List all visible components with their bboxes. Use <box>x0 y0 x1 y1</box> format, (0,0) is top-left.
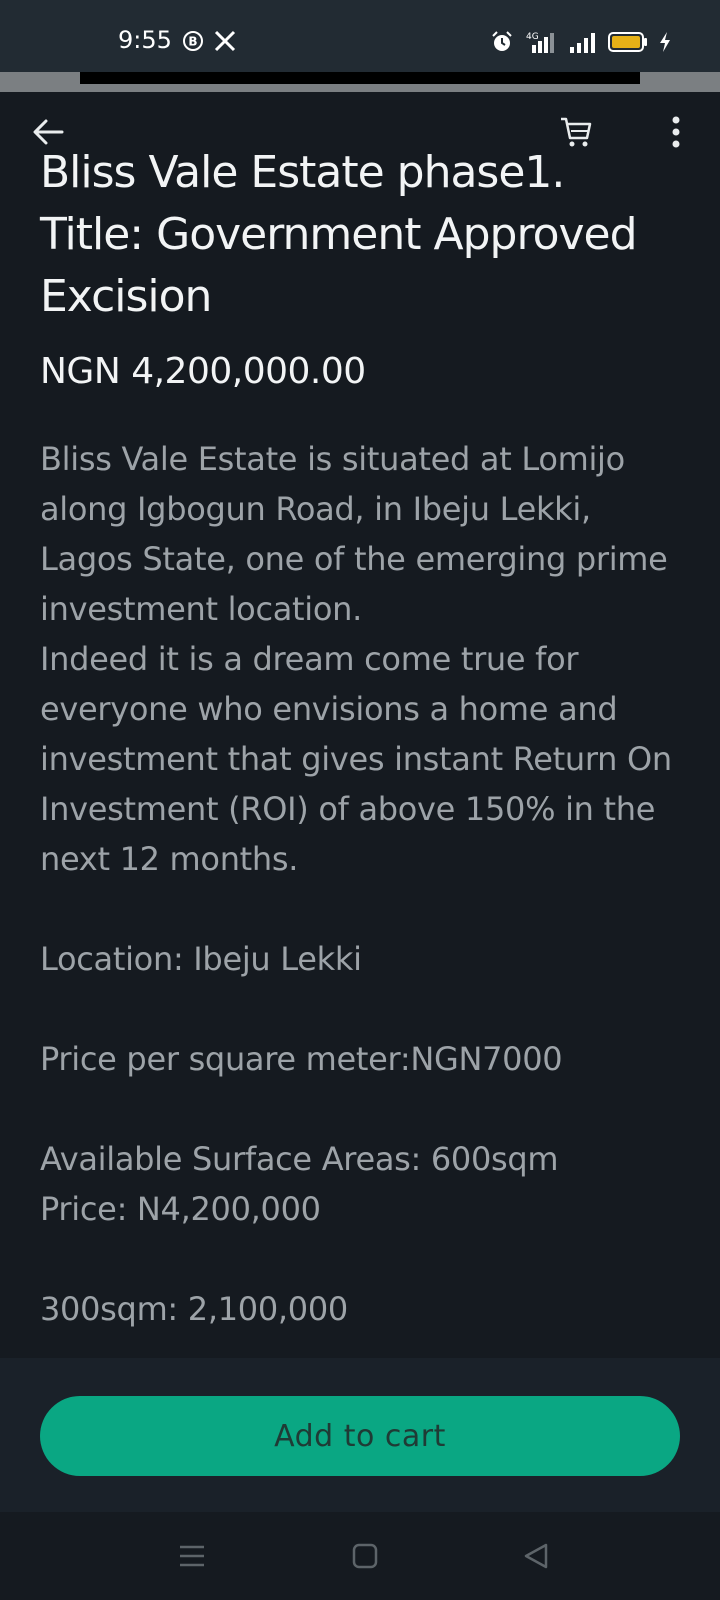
network-label: 4G <box>526 32 539 42</box>
alarm-icon <box>490 30 514 58</box>
option-300sqm-line: 300sqm: 2,100,000 <box>40 1290 348 1328</box>
description-paragraph: Indeed it is a dream come true for every… <box>40 640 672 878</box>
product-price: NGN 4,200,000.00 <box>40 351 366 392</box>
cart-button[interactable] <box>554 110 598 154</box>
back-button[interactable] <box>26 110 70 154</box>
bottom-action-area: Add to cart <box>0 1358 720 1512</box>
available-price-line: Price: N4,200,000 <box>40 1190 321 1228</box>
overlay-black-bar <box>80 72 640 84</box>
cart-icon <box>561 117 592 147</box>
system-back-button[interactable] <box>516 1536 556 1576</box>
status-left-icons: B <box>182 30 236 56</box>
screen: 9:55 B 4G Bliss Vale Estate phase1. Titl… <box>0 0 720 1600</box>
description-paragraph: Bliss Vale Estate is situated at Lomijo … <box>40 440 668 628</box>
battery-icon <box>608 31 648 57</box>
menu-icon <box>180 1545 204 1567</box>
add-to-cart-button[interactable]: Add to cart <box>40 1396 680 1476</box>
more-vertical-icon <box>672 116 680 148</box>
signal-icon: 4G <box>524 31 558 57</box>
charging-icon <box>658 31 672 57</box>
product-title: Bliss Vale Estate phase1. Title: Governm… <box>40 147 638 322</box>
available-area-line: Available Surface Areas: 600sqm <box>40 1140 559 1178</box>
recent-apps-button[interactable] <box>172 1536 212 1576</box>
app-header <box>0 92 720 152</box>
status-time: 9:55 <box>118 26 172 54</box>
b-circle-icon: B <box>182 30 204 56</box>
product-content: Bliss Vale Estate phase1. Title: Governm… <box>0 140 720 1358</box>
home-square-icon <box>352 1543 378 1569</box>
system-nav-bar <box>0 1512 720 1600</box>
status-bar: 9:55 B 4G <box>0 0 720 72</box>
x-logo-icon <box>214 30 236 56</box>
back-triangle-icon <box>524 1543 548 1569</box>
signal-icon <box>568 31 598 57</box>
status-right-icons: 4G <box>490 30 672 58</box>
location-line: Location: Ibeju Lekki <box>40 940 362 978</box>
more-options-button[interactable] <box>654 110 698 154</box>
back-arrow-icon <box>33 119 64 145</box>
price-per-sqm-line: Price per square meter:NGN7000 <box>40 1040 563 1078</box>
product-description: Bliss Vale Estate is situated at Lomijo … <box>40 434 690 1334</box>
home-button[interactable] <box>345 1536 385 1576</box>
svg-text:B: B <box>188 35 197 49</box>
